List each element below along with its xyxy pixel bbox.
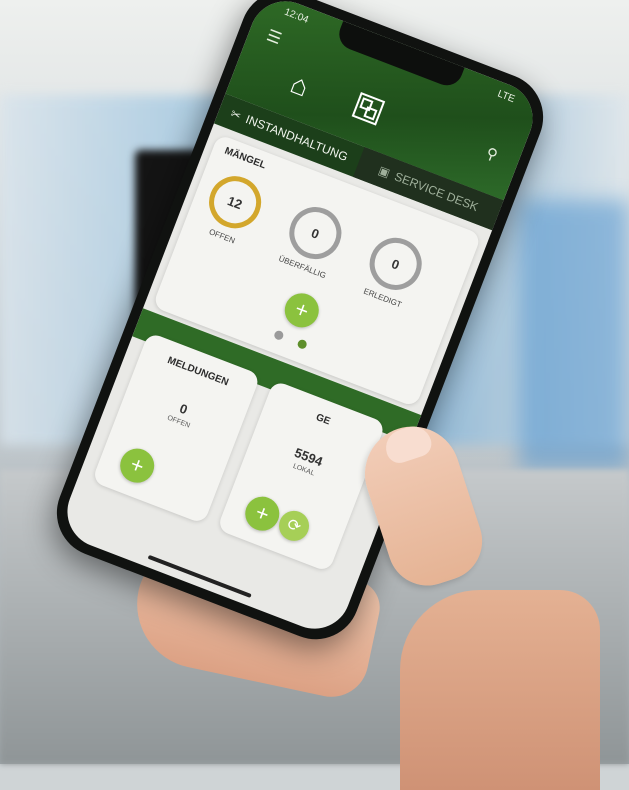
- stat-offen-ring[interactable]: 12: [201, 168, 269, 236]
- sync-icon[interactable]: ⟳: [274, 506, 314, 546]
- wrench-icon: ✂: [228, 106, 244, 124]
- carousel-dots: [273, 329, 308, 351]
- stat-ueberfaellig-value: 0: [309, 224, 322, 242]
- home-icon[interactable]: ⌂: [286, 68, 313, 104]
- add-geraet-button[interactable]: +: [240, 491, 285, 536]
- search-icon[interactable]: ⚲: [484, 144, 501, 165]
- add-meldung-button[interactable]: +: [115, 443, 160, 488]
- stat-erledigt-ring[interactable]: 0: [362, 230, 430, 298]
- stat-offen-value: 12: [225, 192, 245, 212]
- stat-ueberfaellig-ring[interactable]: 0: [281, 199, 349, 267]
- carousel-dot[interactable]: [273, 329, 285, 342]
- menu-icon[interactable]: ☰: [264, 25, 285, 49]
- hand-wrist: [400, 590, 600, 790]
- maengel-title: MÄNGEL: [222, 145, 268, 172]
- qr-code-icon[interactable]: [351, 92, 386, 126]
- add-mangel-button[interactable]: +: [279, 288, 324, 333]
- background-blue-right: [519, 200, 629, 470]
- carousel-dot-active[interactable]: [296, 338, 308, 351]
- stat-erledigt-value: 0: [389, 255, 402, 273]
- desk-icon: ▣: [376, 163, 393, 181]
